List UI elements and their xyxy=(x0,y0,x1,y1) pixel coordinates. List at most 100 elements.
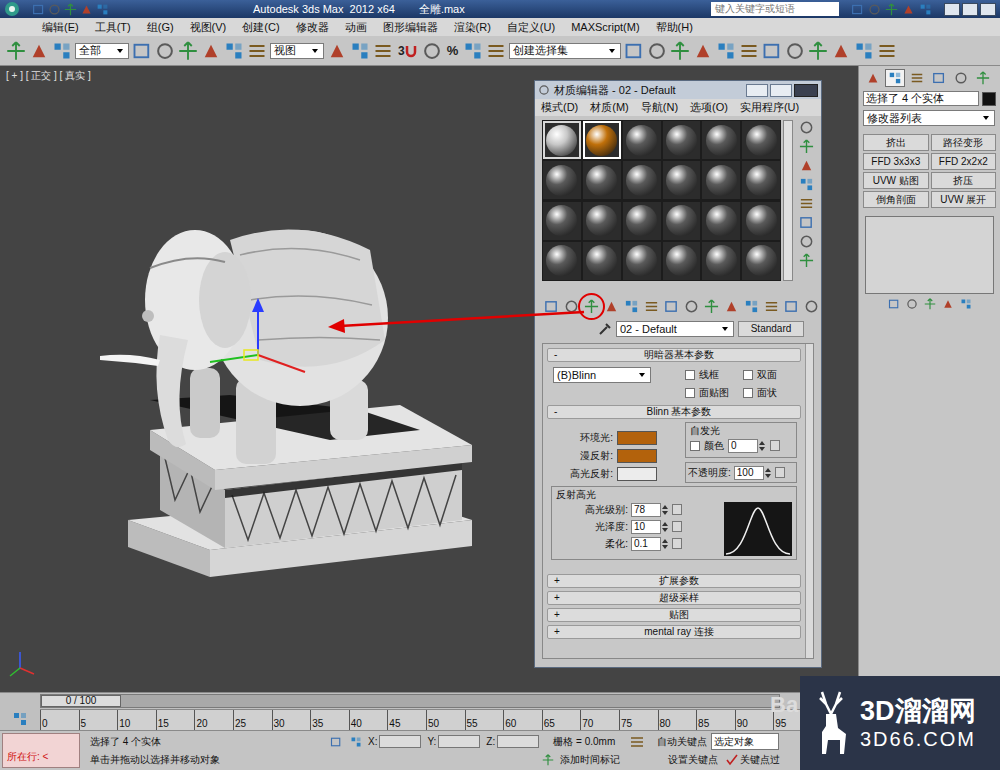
material-editor-window[interactable]: 材质编辑器 - 02 - Default模式(D)材质(M)导航(N)选项(O)… xyxy=(534,80,822,668)
tool-icon[interactable] xyxy=(762,41,782,61)
modifier-button[interactable]: UVW 展开 xyxy=(931,191,997,208)
color-swatch[interactable] xyxy=(617,431,657,445)
stack-tool-icon[interactable] xyxy=(906,298,918,310)
select-tool-icon[interactable] xyxy=(201,41,221,61)
link-tool-icon[interactable] xyxy=(6,41,26,61)
material-type-button[interactable]: Standard xyxy=(738,321,804,337)
info-center-icon[interactable] xyxy=(851,3,864,16)
sample-slot[interactable] xyxy=(583,202,621,240)
menu-item[interactable]: 模式(D) xyxy=(541,99,578,116)
spinner-arrows-icon[interactable] xyxy=(661,503,669,517)
rollout-header[interactable]: +贴图 xyxy=(547,608,801,622)
sample-slot[interactable] xyxy=(742,121,780,159)
link-tool-icon[interactable] xyxy=(29,41,49,61)
menu-item[interactable]: 编辑(E) xyxy=(42,19,79,36)
maxscript-listener[interactable]: 所在行: < xyxy=(2,733,80,768)
set-key-button[interactable]: 设置关键点 xyxy=(668,752,718,767)
rollout-header[interactable]: +超级采样 xyxy=(547,591,801,605)
material-tool-icon[interactable] xyxy=(724,299,739,314)
select-tool-icon[interactable] xyxy=(247,41,267,61)
command-tab-icon[interactable] xyxy=(888,71,902,85)
time-tag-icon[interactable] xyxy=(542,754,554,766)
color-swatch[interactable] xyxy=(617,467,657,481)
material-tool-icon[interactable] xyxy=(624,299,639,314)
menu-item[interactable]: 工具(T) xyxy=(95,19,131,36)
menu-item[interactable]: 实用程序(U) xyxy=(740,99,799,116)
search-field[interactable]: 键入关键字或短语 xyxy=(711,2,839,16)
time-ruler[interactable]: 05101520253035404550556065707580859095 xyxy=(40,709,812,730)
menu-item[interactable]: 组(G) xyxy=(147,19,174,36)
transform-tool-icon[interactable] xyxy=(373,41,393,61)
command-tab-icon[interactable] xyxy=(866,71,880,85)
shader-dropdown[interactable]: (B)Blinn xyxy=(553,367,651,383)
key-filters-button[interactable]: 关键点过 xyxy=(740,752,780,767)
material-tool-icon[interactable] xyxy=(764,299,779,314)
material-tool-icon[interactable] xyxy=(564,299,579,314)
menu-item[interactable]: 动画 xyxy=(345,19,367,36)
sample-tool-icon[interactable] xyxy=(799,120,814,135)
coord-field[interactable] xyxy=(438,735,480,748)
modifier-list-dropdown[interactable]: 修改器列表 xyxy=(863,110,995,126)
app-logo-icon[interactable] xyxy=(4,1,20,17)
dropdown-arrow-icon[interactable] xyxy=(310,46,320,56)
sample-slot[interactable] xyxy=(623,202,661,240)
dropdown-arrow-icon[interactable] xyxy=(115,46,125,56)
sample-slot[interactable] xyxy=(623,121,661,159)
self-illum-color-checkbox[interactable] xyxy=(690,441,700,451)
menu-item[interactable]: 选项(O) xyxy=(690,99,728,116)
sample-slot[interactable] xyxy=(702,202,740,240)
window-control-button[interactable] xyxy=(980,3,996,16)
shader-option-checkbox[interactable] xyxy=(743,388,753,398)
viewport-label[interactable]: [ + ] [ 正交 ] [ 真实 ] xyxy=(6,68,91,83)
sample-slot[interactable] xyxy=(663,242,701,280)
spinner-snap-icon[interactable] xyxy=(463,41,483,61)
transform-tool-icon[interactable] xyxy=(327,41,347,61)
object-name-field[interactable]: 选择了 4 个实体 xyxy=(863,91,979,106)
selection-filter-dropdown[interactable]: 全部 xyxy=(75,43,129,59)
modifier-stack[interactable] xyxy=(865,216,994,294)
material-tool-icon[interactable] xyxy=(744,299,759,314)
rollout-header[interactable]: -明暗器基本参数 xyxy=(547,348,801,362)
command-tab[interactable] xyxy=(863,69,883,87)
quick-access-icon[interactable] xyxy=(32,3,45,16)
quick-access-icon[interactable] xyxy=(96,3,109,16)
coord-field[interactable] xyxy=(379,735,421,748)
map-button[interactable] xyxy=(672,504,682,515)
stack-tool-icon[interactable] xyxy=(960,298,972,310)
spinner-snap-icon[interactable] xyxy=(486,41,506,61)
select-tool-icon[interactable] xyxy=(224,41,244,61)
sample-slot[interactable] xyxy=(742,242,780,280)
tool-icon[interactable] xyxy=(831,41,851,61)
spinner[interactable]: 78 xyxy=(631,503,669,517)
material-name-field[interactable]: 02 - Default xyxy=(616,321,734,337)
info-center-icon[interactable] xyxy=(902,3,915,16)
window-control-button[interactable] xyxy=(794,84,818,97)
eyedropper-icon[interactable] xyxy=(598,322,612,336)
material-tool-icon[interactable] xyxy=(604,299,619,314)
menu-item[interactable]: 导航(N) xyxy=(641,99,678,116)
dropdown-arrow-icon[interactable] xyxy=(607,46,617,56)
quick-access-icon[interactable] xyxy=(48,3,61,16)
tool-icon[interactable] xyxy=(647,41,667,61)
sample-slot[interactable] xyxy=(742,202,780,240)
snap-toggle-button[interactable]: 3 xyxy=(396,42,419,60)
tool-icon[interactable] xyxy=(670,41,690,61)
tool-icon[interactable] xyxy=(739,41,759,61)
sample-slot[interactable] xyxy=(583,161,621,199)
sample-slot[interactable] xyxy=(543,121,581,159)
select-tool-icon[interactable] xyxy=(132,41,152,61)
lock-icon[interactable] xyxy=(330,736,342,748)
key-mode-dropdown[interactable]: 选定对象 xyxy=(711,733,779,750)
sample-scrollbar[interactable] xyxy=(783,120,793,281)
link-tool-icon[interactable] xyxy=(52,41,72,61)
select-tool-icon[interactable] xyxy=(178,41,198,61)
key-icon[interactable] xyxy=(629,734,645,750)
command-tab[interactable] xyxy=(951,69,971,87)
add-time-tag[interactable]: 添加时间标记 xyxy=(560,752,650,767)
stack-tool-icon[interactable] xyxy=(942,298,954,310)
shader-option-checkbox[interactable] xyxy=(743,370,753,380)
modifier-button[interactable]: 倒角剖面 xyxy=(863,191,929,208)
material-tool-icon[interactable] xyxy=(804,299,819,314)
assign-material-icon[interactable] xyxy=(584,299,599,314)
time-slider-thumb[interactable]: 0 / 100 xyxy=(41,695,121,707)
